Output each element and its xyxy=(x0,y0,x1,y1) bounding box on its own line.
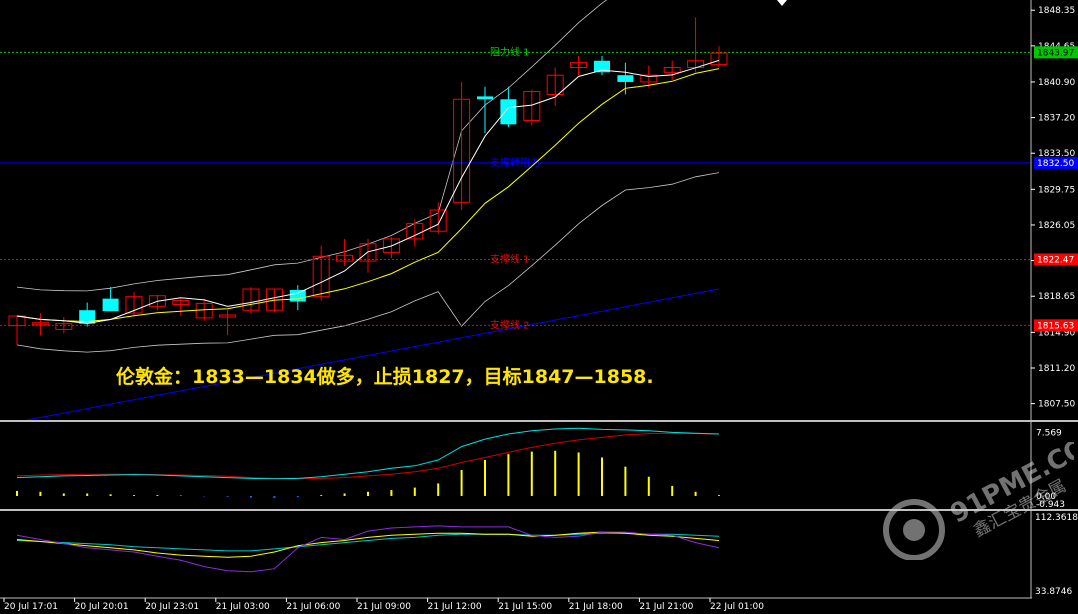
oscillator-panel xyxy=(16,525,720,573)
price-tick-label: 1826.05 xyxy=(1038,221,1075,231)
time-tick-label: 21 Jul 06:00 xyxy=(286,602,340,612)
main-price-panel: 阻力线 1 支撑转阻力支撑线 1 支撑线 2 xyxy=(0,0,1030,423)
time-tick-label: 21 Jul 09:00 xyxy=(357,602,411,612)
candle-body xyxy=(102,298,119,312)
price-tick-label: 1807.50 xyxy=(1038,400,1075,410)
macd-panel xyxy=(16,427,720,499)
price-tick-label: 1818.65 xyxy=(1038,292,1075,302)
time-tick-label: 20 Jul 23:01 xyxy=(145,602,199,612)
time-tick-label: 21 Jul 15:00 xyxy=(498,602,552,612)
price-tick-label: 1829.75 xyxy=(1038,185,1075,195)
level-line-label-1: 阻力线 1 xyxy=(490,45,530,58)
price-level-tag-text: 1822.47 xyxy=(1037,255,1074,265)
oscillator-yellow-line xyxy=(16,531,720,558)
oscillator-cyan-line xyxy=(16,532,720,552)
fast-moving-average-line xyxy=(16,59,720,324)
shift-marker-icon xyxy=(777,0,787,6)
long-moving-average-line xyxy=(16,288,720,423)
price-level-tag-text: 1832.50 xyxy=(1037,159,1074,169)
trade-annotation: 伦敦金：1833—1834做多，止损1827，目标1847—1858. xyxy=(116,366,654,388)
price-tick-label: 1848.35 xyxy=(1038,6,1075,16)
level-line-label-3: 支撑线 1 xyxy=(490,252,530,265)
brand-logo-core xyxy=(903,519,925,541)
candle-body xyxy=(617,75,634,82)
price-tick-label: 1840.90 xyxy=(1038,78,1075,88)
price-level-tag-text: 1815.63 xyxy=(1037,321,1074,331)
macd-tick-label: 7.569 xyxy=(1036,429,1062,439)
slow-moving-average-line xyxy=(16,68,720,323)
time-axis: 20 Jul 17:01 20 Jul 20:01 20 Jul 23:01 21 J… xyxy=(3,598,764,612)
candle-body xyxy=(500,99,517,125)
time-tick-label: 21 Jul 21:00 xyxy=(639,602,693,612)
time-tick-label: 21 Jul 18:00 xyxy=(569,602,623,612)
time-tick-label: 20 Jul 20:01 xyxy=(75,602,129,612)
level-line-label-4: 支撑线 2 xyxy=(490,318,530,331)
time-tick-label: 20 Jul 17:01 xyxy=(4,602,58,612)
level-line-label-2: 支撑转阻力 xyxy=(490,156,540,169)
time-tick-label: 21 Jul 03:00 xyxy=(216,602,270,612)
brand-watermark: 91PME.COM 鑫汇宝贵金属 xyxy=(883,442,1074,560)
time-tick-label: 22 Jul 01:00 xyxy=(710,602,764,612)
price-tick-label: 1811.20 xyxy=(1038,364,1075,374)
candle-body xyxy=(477,96,493,100)
candle-body xyxy=(289,289,306,302)
oscillator-tick-label: 33.8746 xyxy=(1035,587,1072,597)
price-tick-label: 1837.20 xyxy=(1038,114,1075,124)
time-tick-label: 21 Jul 12:00 xyxy=(428,602,482,612)
price-level-tag-text: 1843.97 xyxy=(1037,48,1074,58)
